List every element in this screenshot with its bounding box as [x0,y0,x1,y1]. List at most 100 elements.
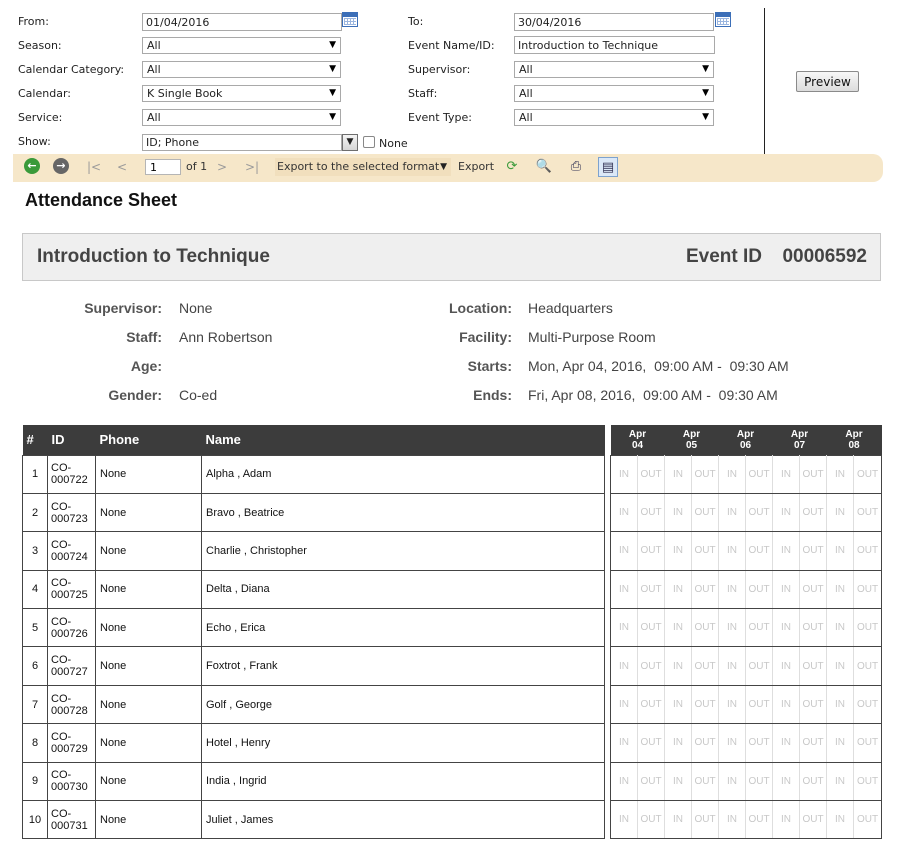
check-out-cell[interactable]: OUT [691,800,719,840]
check-in-cell[interactable]: IN [826,646,854,686]
check-in-cell[interactable]: IN [610,492,638,533]
supervisor-select[interactable]: All ▼ [514,61,714,78]
check-out-cell[interactable]: OUT [637,723,665,763]
check-in-cell[interactable]: IN [664,492,692,533]
check-in-cell[interactable]: IN [772,646,800,686]
check-in-cell[interactable]: IN [610,646,638,686]
check-in-cell[interactable]: IN [718,531,746,571]
check-in-cell[interactable]: IN [772,761,800,802]
check-in-cell[interactable]: IN [772,684,800,725]
check-in-cell[interactable]: IN [826,723,854,763]
check-in-cell[interactable]: IN [664,608,692,648]
calendar-select[interactable]: K Single Book ▼ [142,85,341,102]
check-in-cell[interactable]: IN [718,608,746,648]
check-out-cell[interactable]: OUT [637,646,665,686]
check-out-cell[interactable]: OUT [853,608,882,648]
check-out-cell[interactable]: OUT [853,723,882,763]
check-in-cell[interactable]: IN [610,569,638,610]
check-out-cell[interactable]: OUT [799,761,827,802]
check-out-cell[interactable]: OUT [745,684,773,725]
staff-select[interactable]: All ▼ [514,85,714,102]
check-in-cell[interactable]: IN [664,531,692,571]
check-in-cell[interactable]: IN [610,800,638,840]
check-out-cell[interactable]: OUT [799,531,827,571]
check-out-cell[interactable]: OUT [745,608,773,648]
export-link[interactable]: Export [458,158,494,176]
check-in-cell[interactable]: IN [664,723,692,763]
check-in-cell[interactable]: IN [610,761,638,802]
check-out-cell[interactable]: OUT [853,492,882,533]
check-out-cell[interactable]: OUT [637,531,665,571]
check-in-cell[interactable]: IN [664,761,692,802]
check-out-cell[interactable]: OUT [853,684,882,725]
check-out-cell[interactable]: OUT [799,800,827,840]
event-name-input[interactable] [514,36,715,54]
show-none-checkbox[interactable] [363,136,375,148]
check-out-cell[interactable]: OUT [745,800,773,840]
check-in-cell[interactable]: IN [664,800,692,840]
check-out-cell[interactable]: OUT [637,454,665,494]
event-type-select[interactable]: All ▼ [514,109,714,126]
check-in-cell[interactable]: IN [718,723,746,763]
calendar-icon[interactable] [342,12,358,27]
check-in-cell[interactable]: IN [772,454,800,494]
check-out-cell[interactable]: OUT [691,569,719,610]
check-in-cell[interactable]: IN [772,569,800,610]
check-out-cell[interactable]: OUT [691,608,719,648]
check-in-cell[interactable]: IN [718,761,746,802]
check-out-cell[interactable]: OUT [799,569,827,610]
zoom-icon[interactable]: 🔍 [534,157,554,177]
refresh-icon[interactable]: ⟳ [502,157,522,177]
check-in-cell[interactable]: IN [664,569,692,610]
check-in-cell[interactable]: IN [772,608,800,648]
check-in-cell[interactable]: IN [826,454,854,494]
check-out-cell[interactable]: OUT [637,492,665,533]
check-in-cell[interactable]: IN [610,454,638,494]
check-in-cell[interactable]: IN [826,684,854,725]
from-date-input[interactable] [142,13,342,31]
calendar-category-select[interactable]: All ▼ [142,61,341,78]
check-in-cell[interactable]: IN [718,454,746,494]
check-out-cell[interactable]: OUT [637,800,665,840]
check-out-cell[interactable]: OUT [799,723,827,763]
next-page-icon[interactable]: > [217,158,227,176]
check-in-cell[interactable]: IN [610,531,638,571]
service-select[interactable]: All ▼ [142,109,341,126]
check-in-cell[interactable]: IN [826,608,854,648]
forward-icon[interactable]: → [53,158,69,174]
check-in-cell[interactable]: IN [718,646,746,686]
check-out-cell[interactable]: OUT [745,569,773,610]
check-out-cell[interactable]: OUT [853,531,882,571]
check-in-cell[interactable]: IN [772,723,800,763]
check-out-cell[interactable]: OUT [745,646,773,686]
check-in-cell[interactable]: IN [664,454,692,494]
check-out-cell[interactable]: OUT [745,723,773,763]
check-in-cell[interactable]: IN [772,800,800,840]
check-out-cell[interactable]: OUT [745,761,773,802]
check-out-cell[interactable]: OUT [691,646,719,686]
first-page-icon[interactable]: |< [87,158,101,176]
check-out-cell[interactable]: OUT [745,531,773,571]
check-in-cell[interactable]: IN [826,531,854,571]
check-out-cell[interactable]: OUT [691,684,719,725]
back-icon[interactable]: ← [24,158,40,174]
page-number-input[interactable] [145,159,181,175]
check-out-cell[interactable]: OUT [799,454,827,494]
check-out-cell[interactable]: OUT [853,800,882,840]
check-out-cell[interactable]: OUT [799,684,827,725]
check-out-cell[interactable]: OUT [691,761,719,802]
print-icon[interactable]: ⎙ [566,157,586,177]
check-out-cell[interactable]: OUT [637,684,665,725]
to-date-input[interactable] [514,13,714,31]
check-in-cell[interactable]: IN [826,569,854,610]
check-in-cell[interactable]: IN [718,569,746,610]
last-page-icon[interactable]: >| [245,158,259,176]
check-in-cell[interactable]: IN [772,531,800,571]
check-in-cell[interactable]: IN [772,492,800,533]
show-dropdown-button[interactable]: ▼ [342,134,358,151]
check-in-cell[interactable]: IN [718,684,746,725]
season-select[interactable]: All ▼ [142,37,341,54]
check-out-cell[interactable]: OUT [691,492,719,533]
check-out-cell[interactable]: OUT [691,454,719,494]
check-out-cell[interactable]: OUT [853,569,882,610]
